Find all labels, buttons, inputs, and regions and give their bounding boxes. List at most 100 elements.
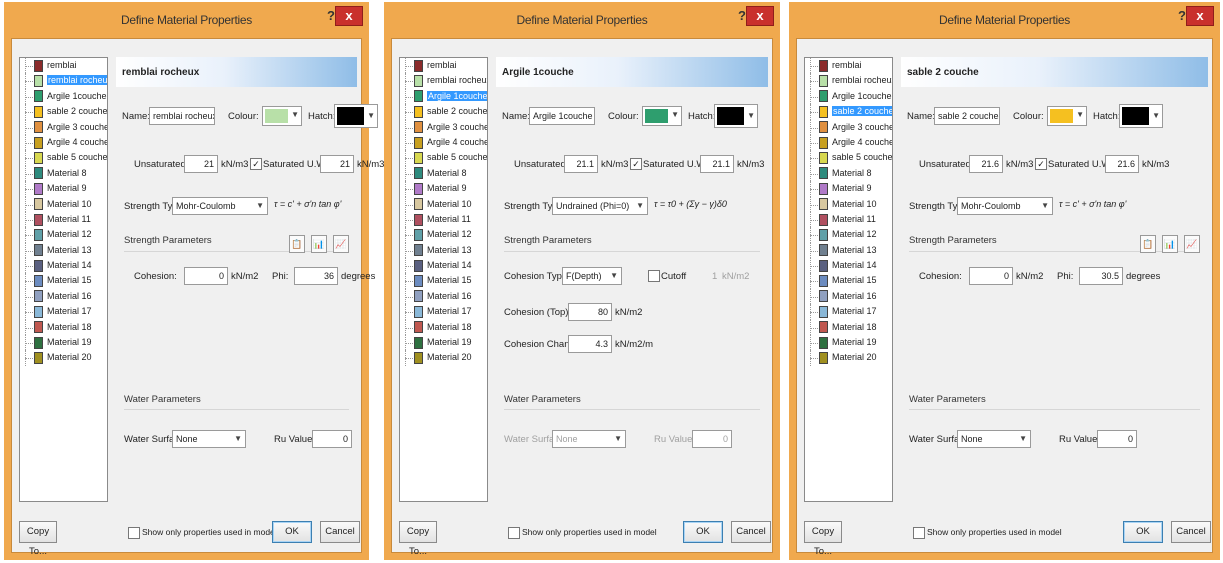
phi-field[interactable]: 30.5 [1079, 267, 1123, 285]
material-tree-item[interactable]: Material 17 [20, 304, 107, 321]
chart-icon[interactable]: 📈 [1184, 235, 1200, 253]
material-tree-item[interactable]: Argile 4 couche [805, 134, 892, 151]
strength-type-select[interactable]: Mohr-Coulomb ▼ [957, 197, 1053, 215]
help-button[interactable]: ? [327, 8, 335, 23]
hatch-picker[interactable]: ▼ [714, 104, 758, 128]
cohesion-type-select[interactable]: F(Depth) ▼ [562, 267, 622, 285]
material-tree-item[interactable]: Argile 1couche [400, 88, 487, 105]
material-tree-item[interactable]: Material 9 [20, 181, 107, 197]
colour-picker[interactable]: ▼ [1047, 106, 1087, 126]
cohesion-change-field[interactable]: 4.3 [568, 335, 612, 353]
help-button[interactable]: ? [738, 8, 746, 23]
material-tree-item[interactable]: Material 16 [805, 288, 892, 305]
material-tree-item[interactable]: Argile 4 couche [20, 134, 107, 151]
cohesion-field[interactable]: 0 [184, 267, 228, 285]
paste-icon[interactable]: 📋 [1140, 235, 1156, 253]
unsaturated-field[interactable]: 21 [184, 155, 218, 173]
material-tree-item[interactable]: sable 5 couche [400, 150, 487, 167]
material-tree-item[interactable]: Material 14 [400, 258, 487, 274]
material-tree-item[interactable]: Material 9 [805, 181, 892, 197]
help-button[interactable]: ? [1178, 8, 1186, 23]
material-tree-item[interactable]: Material 20 [805, 350, 892, 367]
material-tree-item[interactable]: Material 11 [400, 211, 487, 228]
material-tree-item[interactable]: Material 14 [20, 258, 107, 274]
strength-type-select[interactable]: Undrained (Phi=0) ▼ [552, 197, 648, 215]
material-tree-item[interactable]: Material 9 [400, 181, 487, 197]
material-tree-item[interactable]: Material 8 [805, 165, 892, 182]
ru-value-field[interactable]: 0 [312, 430, 352, 448]
close-button[interactable]: x [335, 6, 363, 26]
material-tree-item[interactable]: Material 20 [20, 350, 107, 367]
water-surface-select[interactable]: None ▼ [172, 430, 246, 448]
material-tree-item[interactable]: Argile 3 couche [400, 119, 487, 136]
colour-picker[interactable]: ▼ [262, 106, 302, 126]
material-tree-item[interactable]: sable 2 couche [20, 104, 107, 120]
ok-button[interactable]: OK [683, 521, 723, 543]
material-tree-item[interactable]: Material 20 [400, 350, 487, 367]
copy-to-button[interactable]: Copy To... [399, 521, 437, 557]
material-tree-item[interactable]: sable 5 couche [805, 150, 892, 167]
material-tree-item[interactable]: remblai [805, 58, 892, 74]
material-tree-item[interactable]: Material 19 [20, 335, 107, 351]
material-tree-item[interactable]: Material 18 [400, 319, 487, 336]
cohesion-field[interactable]: 0 [969, 267, 1013, 285]
material-tree-item[interactable]: Material 15 [400, 273, 487, 290]
unsaturated-field[interactable]: 21.6 [969, 155, 1003, 173]
copy-to-button[interactable]: Copy To... [804, 521, 842, 557]
colour-picker[interactable]: ▼ [642, 106, 682, 126]
saturated-field[interactable]: 21.1 [700, 155, 734, 173]
title-bar[interactable]: Define Material Properties? x [384, 2, 780, 38]
material-tree-item[interactable]: remblai rocheux [400, 73, 487, 90]
saturated-field[interactable]: 21 [320, 155, 354, 173]
paste-icon[interactable]: 📋 [289, 235, 305, 253]
ru-value-field[interactable]: 0 [1097, 430, 1137, 448]
close-button[interactable]: x [746, 6, 774, 26]
copy-to-button[interactable]: Copy To... [19, 521, 57, 557]
material-tree-item[interactable]: Material 16 [400, 288, 487, 305]
saturated-checkbox[interactable]: ✓ [1035, 158, 1047, 170]
material-tree-item[interactable]: Material 8 [20, 165, 107, 182]
phi-field[interactable]: 36 [294, 267, 338, 285]
material-tree-item[interactable]: sable 2 couche [400, 104, 487, 120]
material-tree-item[interactable]: Material 10 [20, 196, 107, 213]
material-tree-item[interactable]: Material 17 [400, 304, 487, 321]
material-tree-item[interactable]: Material 14 [805, 258, 892, 274]
material-tree-item[interactable]: Material 12 [20, 227, 107, 244]
unsaturated-field[interactable]: 21.1 [564, 155, 598, 173]
material-tree-item[interactable]: Material 13 [805, 242, 892, 259]
material-tree-item[interactable]: Argile 3 couche [805, 119, 892, 136]
chart-icon[interactable]: 📈 [333, 235, 349, 253]
material-tree-item[interactable]: Material 13 [400, 242, 487, 259]
material-tree-item[interactable]: Material 11 [805, 211, 892, 228]
cutoff-checkbox[interactable] [648, 270, 660, 282]
saturated-checkbox[interactable]: ✓ [250, 158, 262, 170]
material-tree-item[interactable]: Argile 4 couche [400, 134, 487, 151]
material-tree-item[interactable]: Material 13 [20, 242, 107, 259]
material-tree-item[interactable]: Argile 1couche [805, 88, 892, 105]
table-icon[interactable]: 📊 [1162, 235, 1178, 253]
material-tree-item[interactable]: remblai [20, 58, 107, 74]
hatch-picker[interactable]: ▼ [334, 104, 378, 128]
material-tree[interactable]: remblai remblai rocheux Argile 1couche sabl… [19, 57, 108, 502]
material-tree-item[interactable]: Material 18 [20, 319, 107, 336]
ok-button[interactable]: OK [272, 521, 312, 543]
cancel-button[interactable]: Cancel [1171, 521, 1211, 543]
material-tree-item[interactable]: remblai rocheux [20, 73, 107, 90]
material-tree[interactable]: remblai remblai rocheux Argile 1couche sabl… [399, 57, 488, 502]
material-tree-item[interactable]: Argile 3 couche [20, 119, 107, 136]
close-button[interactable]: x [1186, 6, 1214, 26]
show-only-checkbox[interactable] [508, 527, 520, 539]
table-icon[interactable]: 📊 [311, 235, 327, 253]
material-tree-item[interactable]: Material 12 [400, 227, 487, 244]
show-only-checkbox[interactable] [913, 527, 925, 539]
material-tree-item[interactable]: Material 12 [805, 227, 892, 244]
material-tree-item[interactable]: remblai rocheux [805, 73, 892, 90]
material-tree-item[interactable]: remblai [400, 58, 487, 74]
material-tree-item[interactable]: Material 10 [805, 196, 892, 213]
water-surface-select[interactable]: None ▼ [957, 430, 1031, 448]
material-tree-item[interactable]: Material 19 [805, 335, 892, 351]
ok-button[interactable]: OK [1123, 521, 1163, 543]
name-field[interactable]: sable 2 couche [934, 107, 1000, 125]
material-tree-item[interactable]: Material 15 [805, 273, 892, 290]
material-tree-item[interactable]: Material 17 [805, 304, 892, 321]
